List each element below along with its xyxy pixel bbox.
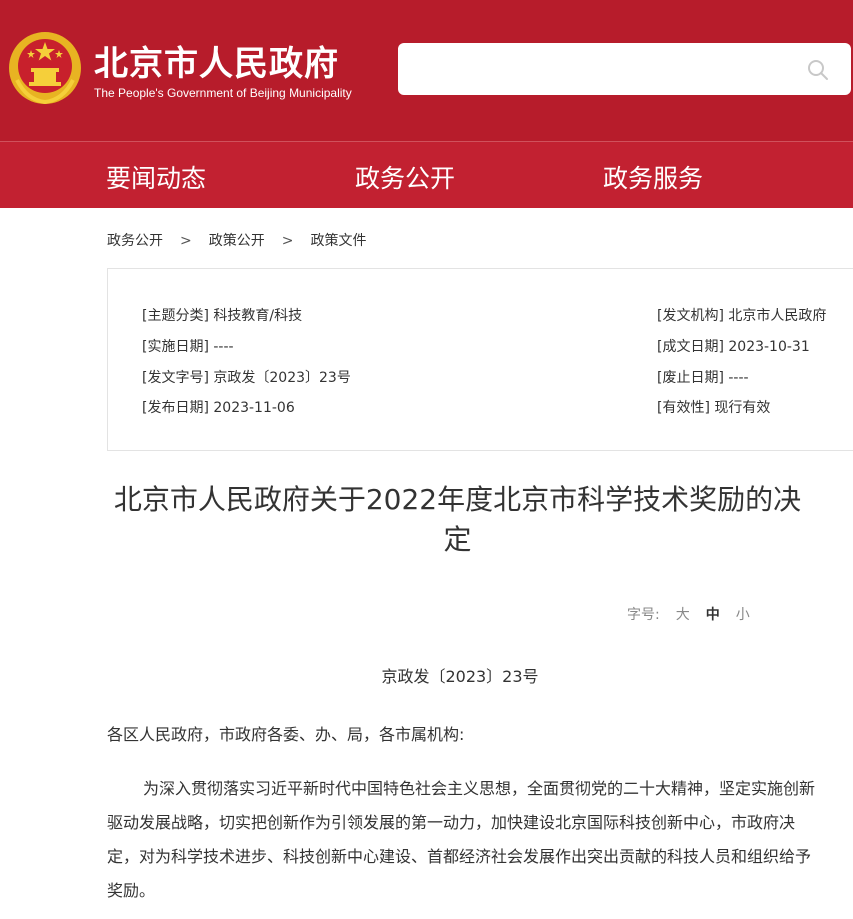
font-size-label: 字号:	[627, 607, 660, 623]
nav-item-news[interactable]: 要闻动态	[106, 159, 206, 195]
font-size-large[interactable]: 大	[676, 604, 690, 624]
breadcrumb: 政务公开 > 政策公开 > 政策文件	[107, 230, 366, 250]
breadcrumb-item[interactable]: 政策文件	[310, 230, 366, 250]
meta-publish-date: [发布日期] 2023-11-06	[142, 400, 295, 416]
nav-item-gov-affairs[interactable]: 政务公开	[355, 159, 455, 195]
breadcrumb-separator: >	[281, 233, 294, 249]
meta-abolish-date: [废止日期] ----	[657, 370, 749, 386]
document-number: 京政发〔2023〕23号	[381, 667, 539, 686]
breadcrumb-separator: >	[180, 233, 192, 249]
meta-validity: [有效性] 现行有效	[657, 400, 771, 416]
main-nav: 要闻动态 政务公开 政务服务	[0, 141, 853, 208]
document-paragraph: 为深入贯彻落实习近平新时代中国特色社会主义思想，全面贯彻党的二十大精神，坚定实施…	[107, 779, 816, 900]
search-icon[interactable]	[806, 58, 830, 82]
meta-written-date: [成文日期] 2023-10-31	[657, 339, 810, 355]
document-title: 北京市人民政府关于2022年度北京市科学技术奖励的决定	[113, 483, 802, 556]
breadcrumb-item[interactable]: 政务公开	[107, 230, 163, 250]
site-header: 北京市人民政府 The People's Government of Beiji…	[0, 0, 853, 141]
meta-doc-number: [发文字号] 京政发〔2023〕23号	[142, 370, 351, 386]
search-input[interactable]	[410, 53, 790, 85]
site-subtitle: The People's Government of Beijing Munic…	[94, 86, 352, 100]
national-emblem-icon[interactable]	[7, 28, 83, 108]
nav-item-gov-services[interactable]: 政务服务	[603, 159, 703, 195]
site-title[interactable]: 北京市人民政府	[94, 36, 339, 85]
document-salutation: 各区人民政府，市政府各委、办、局，各市属机构:	[107, 725, 465, 744]
breadcrumb-item[interactable]: 政策公开	[209, 230, 265, 250]
font-size-medium[interactable]: 中	[706, 604, 720, 624]
font-size-control: 字号: 大中小	[627, 604, 750, 624]
meta-effective-date: [实施日期] ----	[142, 339, 234, 355]
search-box[interactable]	[398, 43, 851, 95]
meta-issuer: [发文机构] 北京市人民政府	[657, 308, 827, 324]
document-metadata: [主题分类] 科技教育/科技 [实施日期] ---- [发文字号] 京政发〔20…	[107, 268, 853, 451]
meta-subject: [主题分类] 科技教育/科技	[142, 308, 303, 324]
font-size-small[interactable]: 小	[736, 604, 750, 624]
